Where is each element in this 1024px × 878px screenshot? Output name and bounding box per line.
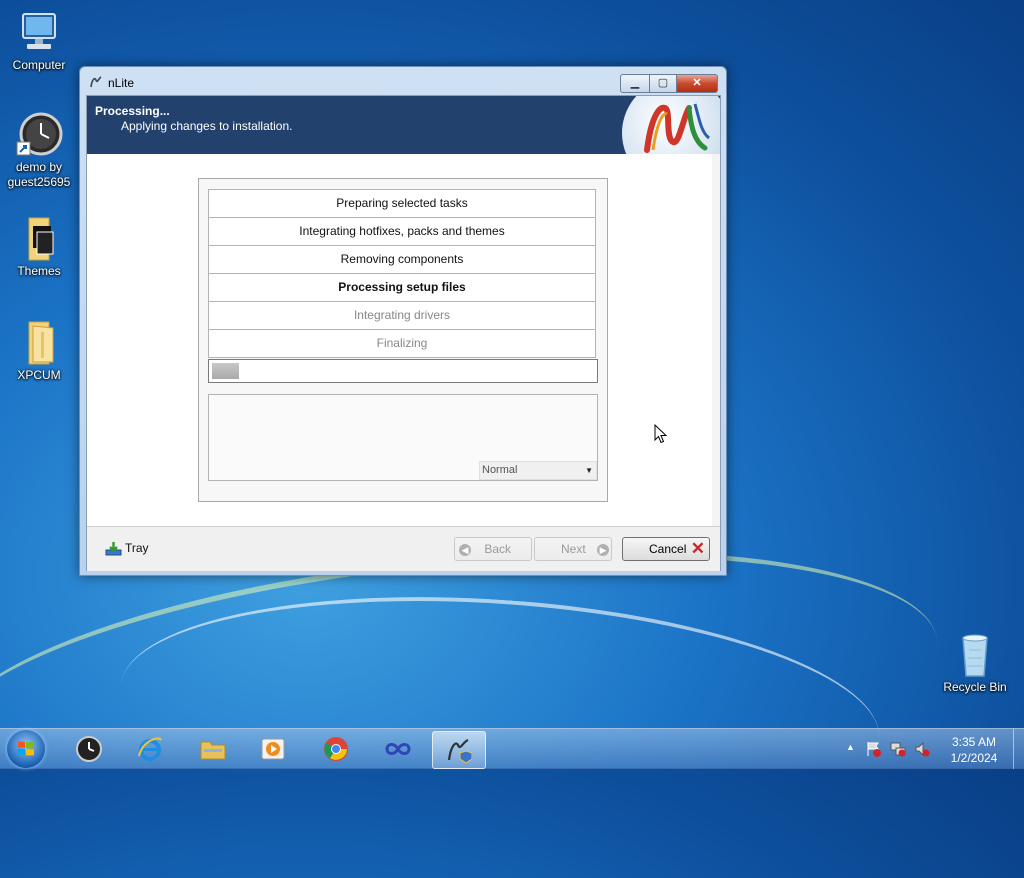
window-client: Processing... Applying changes to instal… [86, 95, 721, 571]
task-item-pending: Finalizing [208, 330, 596, 358]
dropdown-arrow-icon: ▼ [585, 466, 593, 475]
clock-time: 3:35 AM [951, 735, 997, 749]
wizard-body: Preparing selected tasks Integrating hot… [87, 154, 720, 526]
task-item-pending: Integrating drivers [208, 302, 596, 330]
folder-icon [200, 736, 226, 762]
computer-icon [15, 8, 63, 56]
task-item: Preparing selected tasks [208, 189, 596, 218]
progress-bar [208, 359, 598, 383]
log-level-value: Normal [482, 464, 518, 476]
tray-button[interactable]: Tray [105, 541, 149, 556]
folder-icon [15, 214, 63, 262]
header-subtitle: Applying changes to installation. [121, 119, 293, 133]
start-button[interactable] [7, 730, 45, 768]
processing-panel: Preparing selected tasks Integrating hot… [198, 178, 608, 502]
taskbar-nlite[interactable] [432, 731, 486, 769]
internet-explorer-icon [137, 736, 163, 762]
chrome-icon [323, 736, 349, 762]
taskbar-chrome[interactable] [310, 731, 362, 767]
action-center-icon[interactable] [866, 741, 882, 760]
maximize-button[interactable]: ▢ [649, 74, 677, 93]
desktop-icon-demo[interactable]: demo by guest25695 [2, 110, 76, 190]
taskbar-file-explorer[interactable] [187, 731, 239, 767]
mouse-cursor-icon [654, 423, 668, 447]
next-label: Next [561, 542, 586, 556]
folder-icon [15, 318, 63, 366]
task-item-current: Processing setup files [208, 274, 596, 302]
clock-shortcut-icon [15, 110, 63, 158]
tray-label: Tray [125, 541, 149, 555]
infinity-icon [385, 736, 411, 762]
next-button[interactable]: Next ▶ [534, 537, 612, 561]
clock-icon [76, 736, 102, 762]
log-level-select[interactable]: Normal ▼ [479, 461, 597, 480]
wizard-footer: Tray ◀ Back Next ▶ Cancel ✕ [87, 526, 720, 571]
minimize-button[interactable]: ▁ [620, 74, 650, 93]
clock-date: 1/2/2024 [950, 751, 998, 765]
nlite-app-icon [446, 737, 473, 764]
media-player-icon [260, 736, 286, 762]
desktop-icon-themes[interactable]: Themes [2, 214, 76, 279]
arrow-right-icon: ▶ [597, 543, 610, 556]
cancel-x-icon: ✕ [690, 539, 705, 558]
progress-fill [212, 363, 239, 379]
taskbar-internet-explorer[interactable] [124, 731, 176, 767]
nlite-logo-icon [639, 98, 711, 154]
taskbar: ▲ 3:35 AM 1/2/2024 [0, 728, 1024, 769]
network-icon[interactable] [890, 741, 906, 760]
desktop-icon-xpcum[interactable]: XPCUM [2, 318, 76, 383]
recycle-bin-icon [951, 630, 999, 678]
task-item: Integrating hotfixes, packs and themes [208, 218, 596, 246]
windows-logo-icon [18, 741, 34, 756]
cancel-button[interactable]: Cancel ✕ [622, 537, 710, 561]
task-list: Preparing selected tasks Integrating hot… [208, 189, 596, 358]
download-tray-icon [105, 541, 122, 556]
title-bar[interactable]: nLite ▁ ▢ ✕ [80, 67, 726, 95]
taskbar-media-player[interactable] [247, 731, 299, 767]
taskbar-infinity-app[interactable] [372, 731, 424, 767]
nlite-window: nLite ▁ ▢ ✕ Processing... Applying chang… [79, 66, 727, 576]
system-tray: ▲ 3:35 AM 1/2/2024 [842, 729, 1024, 769]
vertical-scrollbar[interactable] [712, 154, 720, 526]
nlite-app-icon [89, 75, 103, 89]
show-desktop-button[interactable] [1013, 729, 1024, 769]
task-item: Removing components [208, 246, 596, 274]
window-title: nLite [108, 76, 135, 90]
log-area: Normal ▼ [208, 394, 598, 481]
desktop-icon-computer[interactable]: Computer [2, 8, 76, 73]
volume-muted-icon[interactable] [914, 741, 930, 760]
cancel-label: Cancel [649, 542, 687, 556]
desktop-icon-recycle-bin[interactable]: Recycle Bin [938, 630, 1012, 695]
wizard-header: Processing... Applying changes to instal… [87, 96, 720, 154]
back-label: Back [484, 542, 512, 556]
taskbar-clock-app[interactable] [63, 731, 115, 767]
close-button[interactable]: ✕ [676, 74, 718, 93]
header-title: Processing... [95, 104, 170, 118]
taskbar-clock[interactable]: 3:35 AM 1/2/2024 [938, 734, 1010, 766]
show-hidden-icons-icon[interactable]: ▲ [846, 742, 855, 752]
back-button[interactable]: ◀ Back [454, 537, 532, 561]
arrow-left-icon: ◀ [459, 543, 471, 556]
